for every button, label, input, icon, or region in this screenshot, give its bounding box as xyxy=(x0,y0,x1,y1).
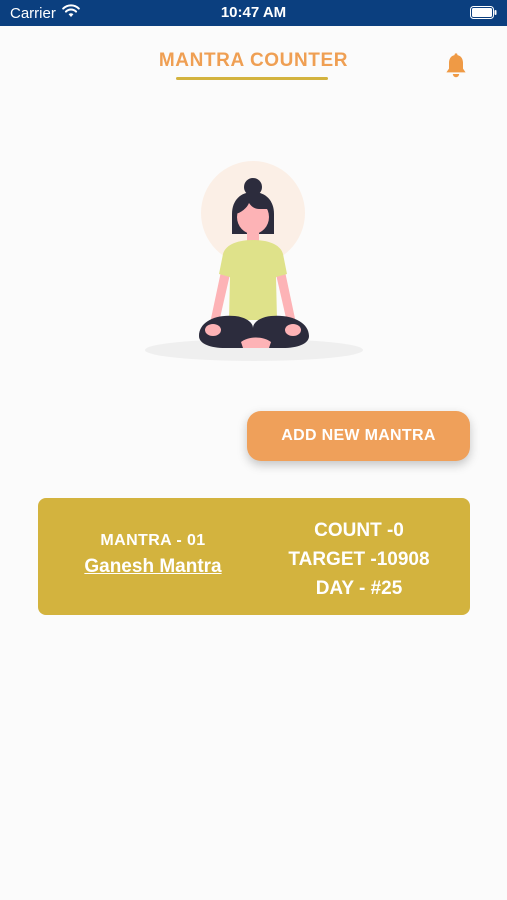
mantra-stats: COUNT -0 TARGET -10908 DAY - #25 xyxy=(264,516,454,603)
app-header: MANTRA COUNTER xyxy=(0,26,507,96)
add-new-mantra-label: ADD NEW MANTRA xyxy=(281,427,436,444)
mantra-number: MANTRA - 01 xyxy=(100,532,206,549)
title-underline xyxy=(176,77,328,80)
status-time: 10:47 AM xyxy=(220,4,287,21)
mantra-count: COUNT -0 xyxy=(314,520,404,541)
status-bar: Carrier 10:47 AM xyxy=(0,0,507,26)
add-new-mantra-button[interactable]: ADD NEW MANTRA xyxy=(247,411,470,461)
page-title: MANTRA COUNTER xyxy=(158,50,349,71)
mantra-info: MANTRA - 01 Ganesh Mantra xyxy=(58,532,248,578)
mantra-target: TARGET -10908 xyxy=(288,549,430,570)
mantra-day: DAY - #25 xyxy=(315,578,403,599)
meditation-illustration xyxy=(137,158,371,368)
mantra-card[interactable]: MANTRA - 01 Ganesh Mantra COUNT -0 TARGE… xyxy=(38,498,470,615)
bell-icon[interactable] xyxy=(442,52,470,80)
mantra-name-link[interactable]: Ganesh Mantra xyxy=(84,556,221,578)
battery-icon xyxy=(470,6,497,19)
